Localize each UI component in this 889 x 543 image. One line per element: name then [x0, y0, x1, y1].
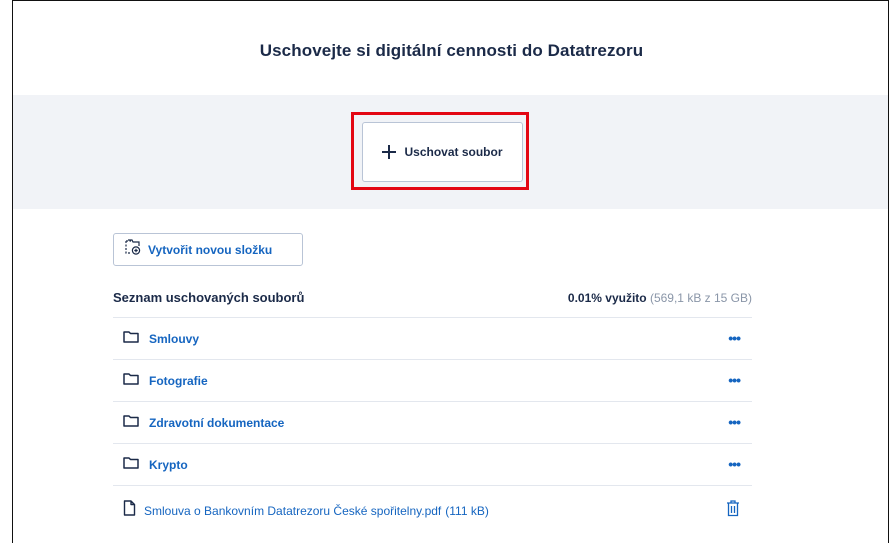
folder-name[interactable]: Krypto — [149, 458, 188, 472]
folder-icon — [123, 372, 139, 390]
file-size: (111 kB) — [445, 503, 489, 518]
upload-band: Uschovat soubor — [13, 95, 888, 209]
folder-name[interactable]: Fotografie — [149, 374, 208, 388]
page-frame: Uschovejte si digitální cennosti do Data… — [12, 0, 889, 543]
folder-icon — [123, 456, 139, 474]
folder-row[interactable]: Smlouvy ••• — [113, 317, 752, 359]
folder-name[interactable]: Smlouvy — [149, 332, 199, 346]
trash-icon[interactable] — [726, 499, 740, 522]
usage-detail: (569,1 kB z 15 GB) — [649, 291, 752, 305]
upload-file-button[interactable]: Uschovat soubor — [362, 122, 523, 182]
create-folder-button[interactable]: Vytvořit novou složku — [113, 233, 303, 266]
file-list: Smlouvy ••• Fotografie ••• Zdravotní dok… — [113, 317, 752, 535]
new-folder-icon — [124, 238, 142, 261]
folder-row[interactable]: Fotografie ••• — [113, 359, 752, 401]
usage-percent: 0.01% využito — [567, 291, 647, 305]
folder-row[interactable]: Zdravotní dokumentace ••• — [113, 401, 752, 443]
more-options-icon[interactable]: ••• — [728, 414, 741, 430]
file-name[interactable]: Smlouva o Bankovním Datatrezoru České sp… — [144, 504, 441, 518]
storage-usage: 0.01% využito (569,1 kB z 15 GB) — [568, 291, 752, 305]
file-row[interactable]: Smlouva o Bankovním Datatrezoru České sp… — [113, 485, 752, 535]
plus-icon — [382, 145, 397, 159]
page-title: Uschovejte si digitální cennosti do Data… — [259, 41, 644, 60]
folder-name[interactable]: Zdravotní dokumentace — [149, 416, 284, 430]
folder-row[interactable]: Krypto ••• — [113, 443, 752, 485]
create-folder-label: Vytvořit novou složku — [148, 242, 273, 257]
more-options-icon[interactable]: ••• — [728, 372, 741, 388]
upload-file-label: Uschovat soubor — [404, 145, 503, 159]
more-options-icon[interactable]: ••• — [728, 456, 741, 472]
more-options-icon[interactable]: ••• — [728, 330, 741, 346]
document-icon — [123, 500, 136, 521]
file-list-title: Seznam uschovaných souborů — [113, 290, 305, 305]
folder-icon — [123, 414, 139, 432]
folder-icon — [123, 330, 139, 348]
